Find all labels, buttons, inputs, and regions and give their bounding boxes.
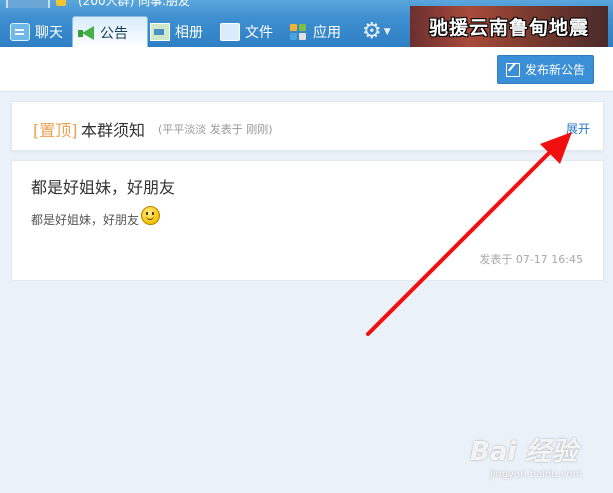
pinned-notice-title[interactable]: 本群须知 <box>81 117 145 141</box>
settings-menu-button[interactable]: ⚙ ▼ <box>358 16 406 47</box>
chat-bubble-icon <box>10 22 30 41</box>
album-icon <box>150 22 170 41</box>
folder-icon <box>220 22 240 41</box>
tab-chat-label: 聊天 <box>35 24 63 41</box>
pinned-notice-card[interactable]: [置顶] 本群须知 (平平淡淡 发表于 刚刚) 展开 <box>11 101 604 151</box>
notice-body: 都是好姐妹，好朋友 <box>31 206 161 228</box>
group-title-strip: (200人群) 同事.朋友 <box>0 0 260 8</box>
baidu-jingyan-watermark: Bai 经验 jingyan.baidu.com <box>470 425 610 490</box>
tab-apps-label: 应用 <box>313 24 341 41</box>
pinned-notice-meta: (平平淡淡 发表于 刚刚) <box>158 123 273 136</box>
notice-toolbar: 发布新公告 <box>0 47 613 92</box>
watermark-logo-text: Bai 经验 <box>470 437 578 467</box>
gear-icon: ⚙ <box>362 18 382 44</box>
notice-title: 都是好姐妹，好朋友 <box>31 178 176 197</box>
tab-chat[interactable]: 聊天 <box>6 16 67 47</box>
smiley-icon <box>141 206 161 225</box>
tab-notice[interactable]: 公告 <box>72 16 148 48</box>
speaker-icon <box>77 25 95 41</box>
notice-card[interactable]: 都是好姐妹，好朋友 都是好姐妹，好朋友 发表于 07-17 16:45 <box>11 160 604 281</box>
group-badge-icon <box>56 0 66 6</box>
tab-notice-label: 公告 <box>100 25 128 42</box>
chevron-down-icon: ▼ <box>383 26 391 37</box>
apps-grid-icon <box>290 23 308 40</box>
group-title: (200人群) 同事.朋友 <box>78 0 190 8</box>
notice-body-text: 都是好姐妹，好朋友 <box>31 213 140 227</box>
tab-album[interactable]: 相册 <box>146 16 207 47</box>
tab-album-label: 相册 <box>175 24 203 41</box>
publish-notice-button[interactable]: 发布新公告 <box>497 55 594 84</box>
group-avatar[interactable] <box>6 0 50 8</box>
notice-timestamp: 发表于 07-17 16:45 <box>479 253 583 266</box>
top-tab-bar: (200人群) 同事.朋友 聊天 公告 相册 文件 应用 ⚙ ▼ 驰援云南鲁甸地… <box>0 0 613 48</box>
tab-apps[interactable]: 应用 <box>286 16 345 47</box>
expand-link[interactable]: 展开 <box>566 120 590 137</box>
earthquake-relief-banner[interactable]: 驰援云南鲁甸地震 <box>410 6 608 47</box>
publish-notice-label: 发布新公告 <box>524 63 585 77</box>
watermark-url: jingyan.baidu.com <box>490 469 583 480</box>
tab-files-label: 文件 <box>245 24 273 41</box>
pinned-tag: [置顶] <box>33 121 78 140</box>
tab-files[interactable]: 文件 <box>216 16 277 47</box>
edit-icon <box>505 62 520 77</box>
banner-text: 驰援云南鲁甸地震 <box>428 17 589 39</box>
